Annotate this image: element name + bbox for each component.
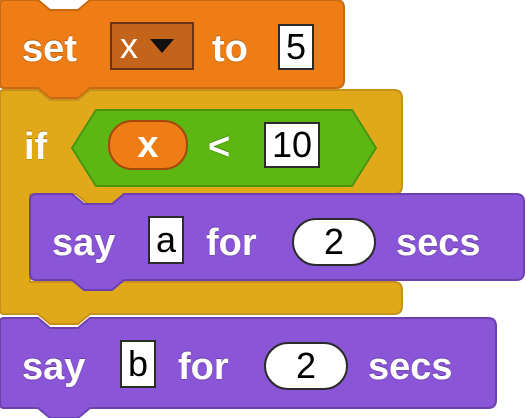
set-value-input[interactable]: 5 (278, 24, 314, 70)
for-label: for (178, 346, 229, 388)
say-label: say (22, 346, 86, 388)
inner-secs-input[interactable]: 2 (292, 218, 376, 266)
if-label: if (24, 126, 48, 168)
compare-value-input[interactable]: 10 (264, 122, 320, 168)
x-variable-reporter[interactable]: x (108, 120, 188, 170)
inner-message-input[interactable]: a (148, 216, 184, 264)
variable-dropdown[interactable]: x (110, 22, 194, 70)
variable-dropdown-value: x (120, 25, 138, 66)
secs-input[interactable]: 2 (264, 342, 348, 390)
less-than-label: < (208, 126, 231, 168)
message-input[interactable]: b (120, 340, 156, 388)
secs-label: secs (368, 346, 453, 388)
to-label: to (212, 28, 248, 70)
dropdown-arrow-icon (150, 39, 174, 53)
inner-say-label: say (52, 222, 116, 264)
inner-for-label: for (206, 222, 257, 264)
set-label: set (22, 28, 77, 70)
inner-secs-label: secs (396, 222, 481, 264)
